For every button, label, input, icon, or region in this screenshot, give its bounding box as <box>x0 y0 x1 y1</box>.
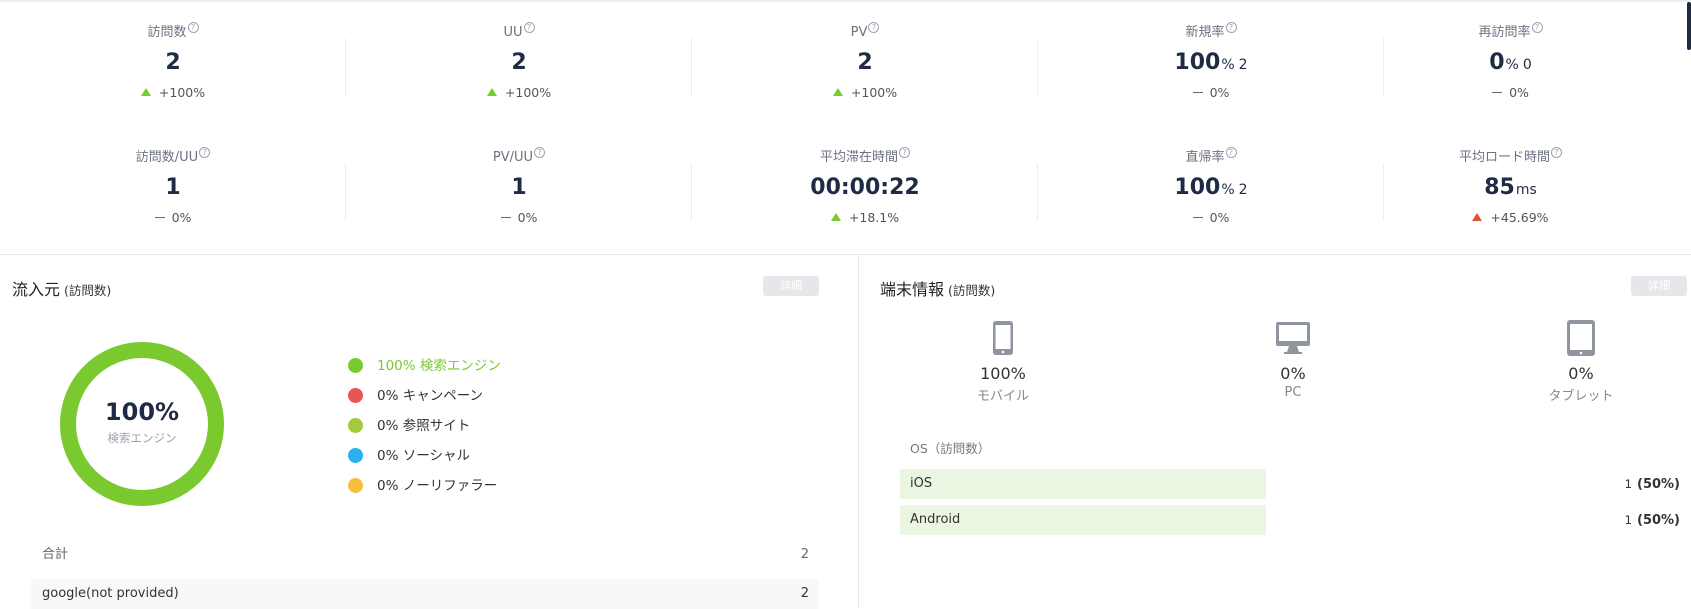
metric-change: 0% <box>346 209 692 227</box>
detail-button[interactable]: 詳細 <box>763 276 819 296</box>
metric-change: +18.1% <box>692 209 1038 227</box>
metric-value: 100% 2 <box>1174 50 1248 75</box>
metric-visits-per-uu: 訪問数/UU? 1 0% <box>0 147 346 239</box>
metric-label: 訪問数 <box>147 25 187 40</box>
mobile-icon <box>933 318 1073 358</box>
metrics-panel: 訪問数? 2 +100% UU? 2 +100% PV? 2 +100% 新規率… <box>0 0 1691 255</box>
help-icon[interactable]: ? <box>899 147 910 158</box>
metric-value: 100% 2 <box>1174 175 1248 200</box>
metric-change: 0% <box>1038 209 1384 227</box>
metric-change: +100% <box>692 84 1038 102</box>
legend-dot <box>348 418 363 433</box>
metric-value: 0% 0 <box>1489 50 1532 75</box>
metric-value: 00:00:22 <box>810 175 920 200</box>
metric-pv: PV? 2 +100% <box>692 22 1038 114</box>
os-row-android[interactable]: Android 1 (50%) <box>900 505 1680 535</box>
legend-dot <box>348 358 363 373</box>
metric-change: +45.69% <box>1384 209 1637 227</box>
legend: 100% 検索エンジン 0% キャンペーン 0% 参照サイト 0% ソーシャル … <box>348 351 501 501</box>
trend-flat-icon <box>154 217 165 218</box>
metric-value: 2 <box>857 50 873 75</box>
metric-change: +100% <box>346 84 692 102</box>
total-row: 合計 2 <box>42 547 809 562</box>
legend-item-no-referrer[interactable]: 0% ノーリファラー <box>348 471 501 501</box>
metric-revisit-rate: 再訪問率? 0% 0 0% <box>1384 22 1691 114</box>
legend-item-referral[interactable]: 0% 参照サイト <box>348 411 501 441</box>
legend-dot <box>348 448 363 463</box>
help-icon[interactable]: ? <box>199 147 211 158</box>
device-pc: 0% PC <box>1223 318 1363 400</box>
donut-label: 検索エンジン <box>107 431 177 445</box>
help-icon[interactable]: ? <box>1225 22 1237 33</box>
help-icon[interactable]: ? <box>1551 147 1562 158</box>
os-row-ios[interactable]: iOS 1 (50%) <box>900 469 1680 499</box>
metric-label: 訪問数/UU <box>135 150 199 165</box>
metric-label: 直帰率 <box>1185 150 1225 165</box>
metric-value: 2 <box>511 50 527 75</box>
trend-up-icon <box>830 213 841 221</box>
metric-value: 85ms <box>1484 175 1537 200</box>
metrics-row-1: 訪問数? 2 +100% UU? 2 +100% PV? 2 +100% 新規率… <box>0 22 1691 114</box>
metric-new-rate: 新規率? 100% 2 0% <box>1038 22 1384 114</box>
metrics-row-2: 訪問数/UU? 1 0% PV/UU? 1 0% 平均滞在時間? 00:00:2… <box>0 147 1691 239</box>
metric-change: +100% <box>0 84 346 102</box>
metric-label: 平均滞在時間 <box>819 150 898 165</box>
trend-up-icon <box>140 88 151 96</box>
trend-flat-icon <box>1192 217 1203 218</box>
trend-flat-icon <box>1192 92 1203 93</box>
metric-visits: 訪問数? 2 +100% <box>0 22 346 114</box>
tablet-icon <box>1511 318 1651 358</box>
os-share-bar <box>900 469 1266 499</box>
metric-label: 再訪問率 <box>1478 25 1531 40</box>
device-breakdown: 100% モバイル 0% PC 0% タブレット <box>860 318 1691 408</box>
metric-value: 1 <box>511 175 527 200</box>
metric-change: 0% <box>0 209 346 227</box>
help-icon[interactable]: ? <box>187 22 199 33</box>
metric-change: 0% <box>1384 84 1637 102</box>
help-icon[interactable]: ? <box>1531 22 1543 33</box>
table-row[interactable]: google(not provided) 2 <box>31 579 819 609</box>
trend-up-red-icon <box>1472 213 1483 221</box>
pc-icon <box>1223 318 1363 358</box>
metric-label: PV <box>850 25 868 40</box>
legend-item-social[interactable]: 0% ソーシャル <box>348 441 501 471</box>
help-icon[interactable]: ? <box>523 22 535 33</box>
metric-pv-per-uu: PV/UU? 1 0% <box>346 147 692 239</box>
legend-item-search-engine[interactable]: 100% 検索エンジン <box>348 351 501 381</box>
device-mobile: 100% モバイル <box>933 318 1073 404</box>
metric-label: UU <box>503 25 523 40</box>
device-tablet: 0% タブレット <box>1511 318 1651 404</box>
trend-up-icon <box>832 88 843 96</box>
os-section-title: OS（訪問数） <box>910 441 991 456</box>
trend-flat-icon <box>1492 92 1503 93</box>
metric-label: 新規率 <box>1185 25 1225 40</box>
metric-uu: UU? 2 +100% <box>346 22 692 114</box>
trend-up-icon <box>486 88 497 96</box>
metric-avg-stay-time: 平均滞在時間? 00:00:22 +18.1% <box>692 147 1038 239</box>
legend-item-campaign[interactable]: 0% キャンペーン <box>348 381 501 411</box>
metric-label: 平均ロード時間 <box>1458 150 1550 165</box>
metric-value: 1 <box>165 175 181 200</box>
scrollbar-thumb[interactable] <box>1687 2 1691 50</box>
help-icon[interactable]: ? <box>868 22 880 33</box>
metric-value: 2 <box>165 50 181 75</box>
legend-dot <box>348 478 363 493</box>
traffic-source-panel: 流入元 (訪問数) 詳細 100% 検索エンジン 100% 検索エンジン 0% キ… <box>0 256 859 609</box>
legend-dot <box>348 388 363 403</box>
panel-title: 流入元 (訪問数) <box>12 280 112 299</box>
detail-button[interactable]: 詳細 <box>1631 276 1687 296</box>
trend-flat-icon <box>500 217 511 218</box>
help-icon[interactable]: ? <box>1225 147 1237 158</box>
device-info-panel: 端末情報 (訪問数) 詳細 100% モバイル 0% PC 0% タブレット OS… <box>860 256 1691 608</box>
panel-title: 端末情報 (訪問数) <box>880 280 996 299</box>
metric-bounce-rate: 直帰率? 100% 2 0% <box>1038 147 1384 239</box>
metric-change: 0% <box>1038 84 1384 102</box>
metric-avg-load-time: 平均ロード時間? 85ms +45.69% <box>1384 147 1691 239</box>
donut-value: 100% <box>104 398 180 426</box>
help-icon[interactable]: ? <box>534 147 546 158</box>
metric-label: PV/UU <box>492 150 534 165</box>
